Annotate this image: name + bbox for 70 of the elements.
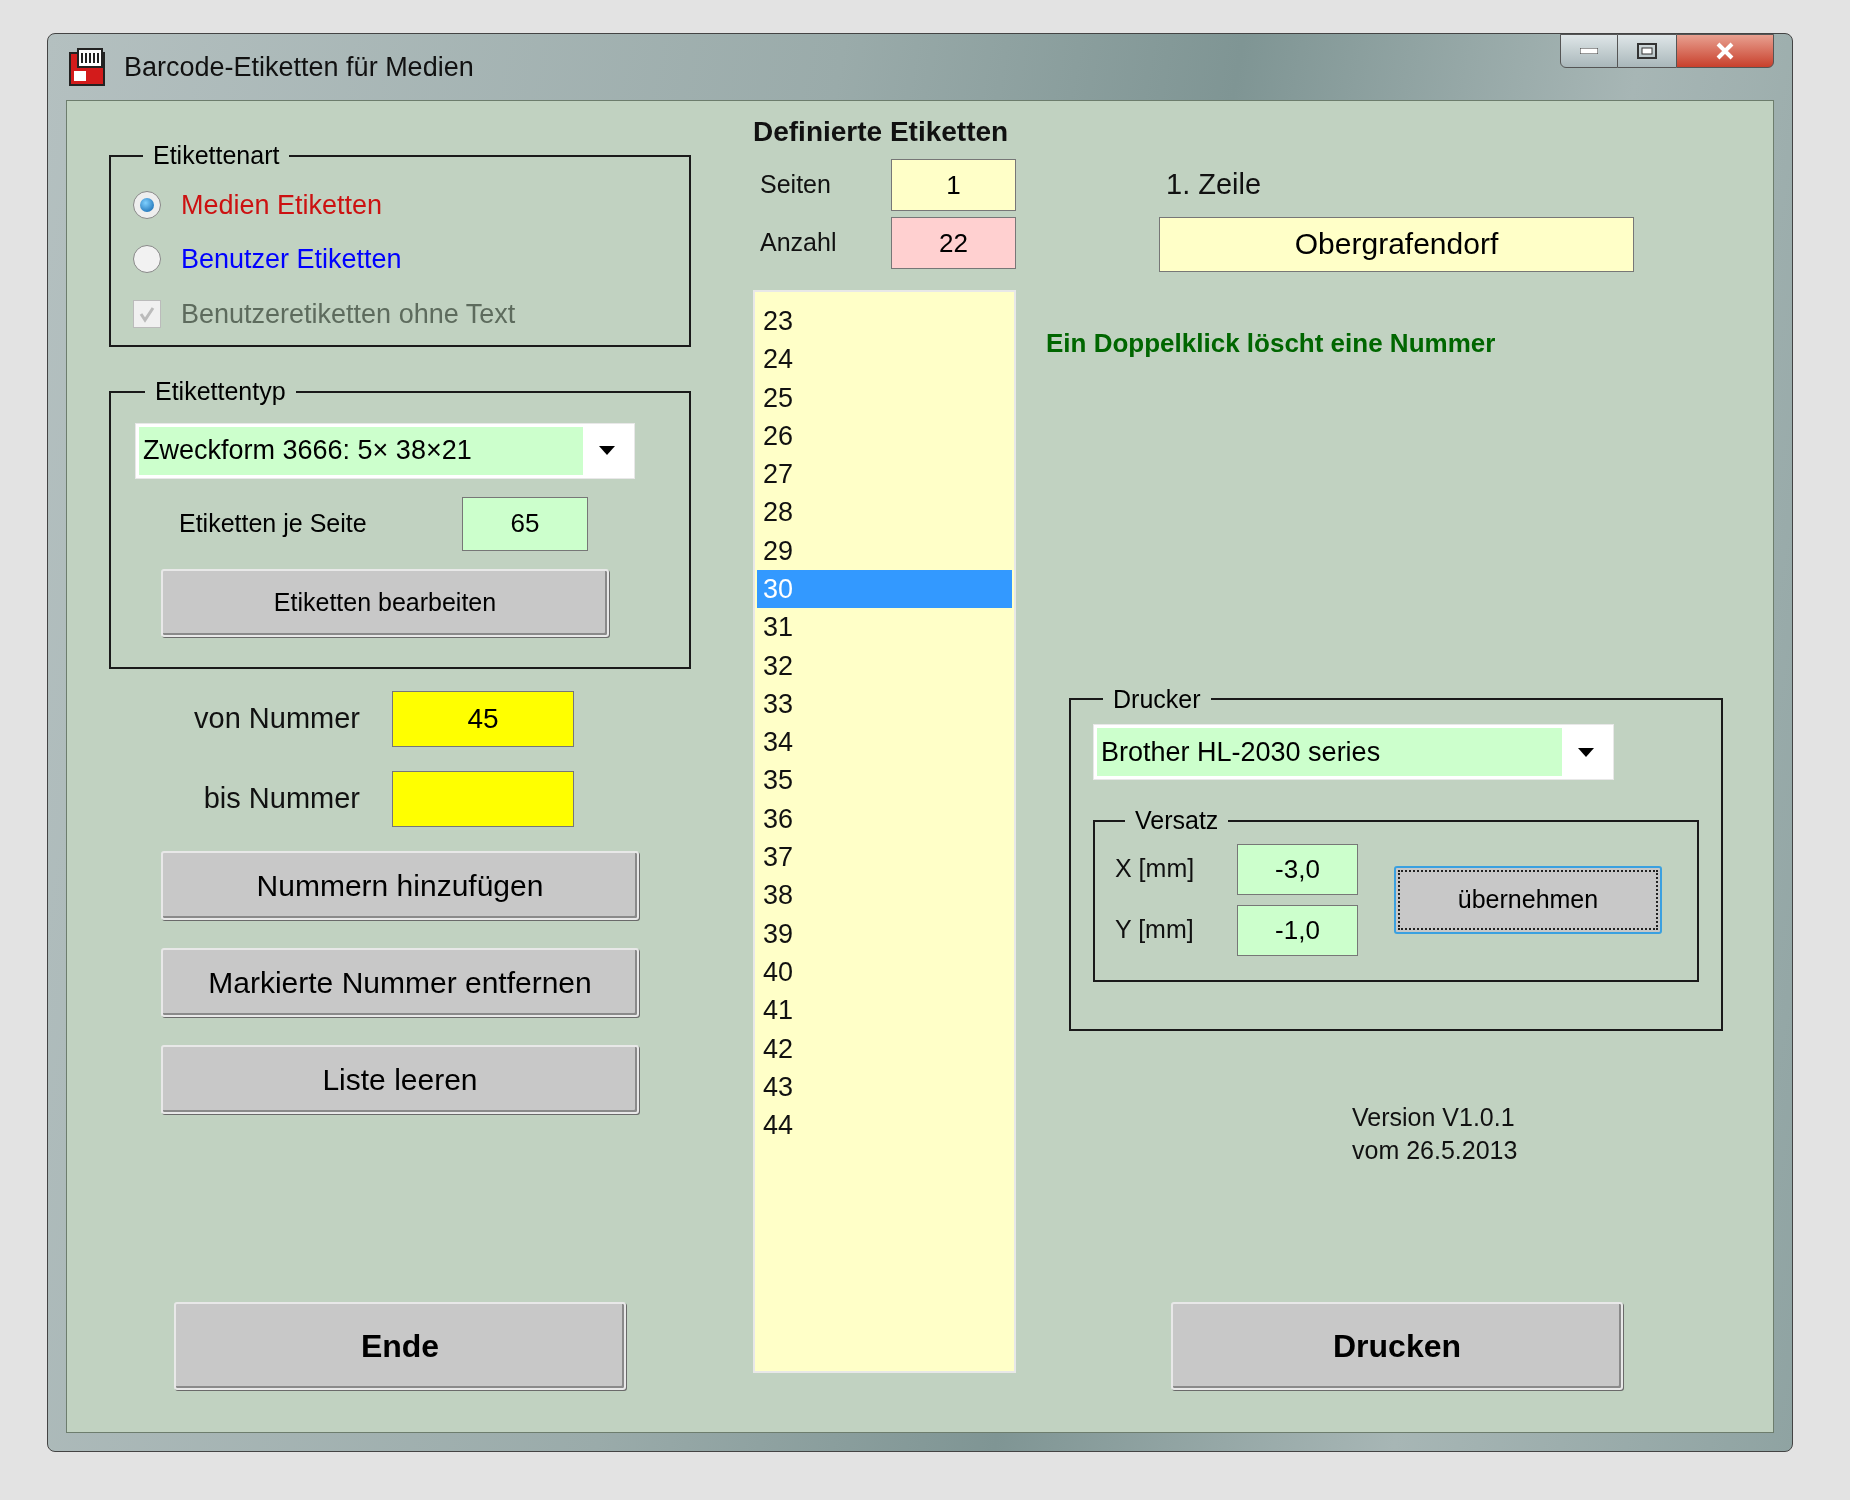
- apply-button[interactable]: übernehmen: [1394, 865, 1662, 934]
- list-item[interactable]: 25: [757, 378, 1012, 417]
- app-icon: [68, 47, 108, 87]
- window-title: Barcode-Etiketten für Medien: [124, 50, 474, 84]
- list-item[interactable]: 40: [757, 953, 1012, 992]
- list-item[interactable]: 41: [757, 991, 1012, 1030]
- from-number-field[interactable]: 45: [392, 691, 574, 747]
- list-item[interactable]: 29: [757, 531, 1012, 571]
- group-title: Etikettenart: [153, 141, 280, 169]
- version-text: vom 26.5.2013: [1352, 1134, 1518, 1166]
- list-item[interactable]: 34: [757, 723, 1012, 762]
- minimize-icon: [1580, 48, 1598, 54]
- y-offset-field[interactable]: -1,0: [1237, 904, 1358, 956]
- list-item[interactable]: 28: [757, 493, 1012, 532]
- x-offset-field[interactable]: -3,0: [1237, 843, 1358, 895]
- label-type-select[interactable]: Zweckform 3666: 5× 38×21: [135, 422, 635, 479]
- print-button[interactable]: Drucken: [1171, 1301, 1623, 1390]
- from-number-label: von Nummer: [193, 701, 361, 737]
- action-button[interactable]: Nummern hinzufügen: [161, 851, 639, 920]
- printer-select[interactable]: Brother HL-2030 series: [1093, 724, 1614, 780]
- to-number-label: bis Nummer: [202, 781, 361, 817]
- x-offset-label: X [mm]: [1115, 853, 1196, 885]
- list-item[interactable]: 44: [757, 1106, 1012, 1145]
- pages-field[interactable]: 1: [891, 159, 1016, 211]
- list-item[interactable]: 32: [757, 646, 1012, 685]
- exit-button[interactable]: Ende: [174, 1302, 626, 1390]
- list-item[interactable]: 33: [757, 684, 1012, 724]
- line-field[interactable]: Obergrafendorf: [1159, 216, 1634, 272]
- list-title: Definierte Etiketten: [753, 115, 1009, 149]
- action-button[interactable]: Markierte Nummer entfernen: [161, 948, 639, 1017]
- list-item[interactable]: 26: [757, 416, 1012, 456]
- count-label: Anzahl: [760, 227, 838, 259]
- list-item[interactable]: 23: [757, 302, 1012, 341]
- radio-label: Medien Etiketten: [181, 188, 383, 222]
- list-item[interactable]: 36: [757, 799, 1012, 839]
- list-item[interactable]: 24: [757, 340, 1012, 379]
- per-page-field[interactable]: 65: [462, 496, 588, 551]
- line-label: 1. Zeile: [1166, 167, 1262, 202]
- list-item[interactable]: 42: [757, 1029, 1012, 1068]
- pages-label: Seiten: [760, 169, 832, 201]
- radio-button[interactable]: [133, 190, 161, 219]
- checkbox-label: Benutzeretiketten ohne Text: [181, 297, 516, 331]
- version-text: Version V1.0.1: [1352, 1101, 1516, 1133]
- list-item[interactable]: 27: [757, 455, 1012, 494]
- maximize-icon: [1637, 43, 1657, 59]
- minimize-button[interactable]: [1560, 34, 1618, 68]
- per-page-label: Etiketten je Seite: [179, 507, 368, 539]
- radio-button[interactable]: [133, 245, 161, 274]
- count-field[interactable]: 22: [891, 217, 1016, 269]
- radio-label: Benutzer Etiketten: [181, 243, 402, 276]
- caret-icon: [1578, 747, 1594, 757]
- close-icon: [1715, 42, 1735, 60]
- group-title: Drucker: [1113, 684, 1201, 713]
- number-list[interactable]: 23 24 25 26 27 28 29 30 31 32 33 34 35 36 37 38 39 40 41 42 43 44: [753, 290, 1016, 1373]
- maximize-button[interactable]: [1618, 34, 1676, 68]
- action-button[interactable]: Liste leeren: [161, 1045, 639, 1114]
- group-title: Etikettentyp: [155, 377, 286, 405]
- close-button[interactable]: [1676, 34, 1774, 68]
- list-item[interactable]: 38: [757, 876, 1012, 915]
- group-title: Versatz: [1135, 806, 1219, 834]
- list-item[interactable]: 37: [757, 838, 1012, 877]
- list-item[interactable]: 31: [757, 608, 1012, 647]
- edit-labels-button[interactable]: Etiketten bearbeiten: [161, 568, 609, 637]
- list-item[interactable]: 39: [757, 914, 1012, 954]
- y-offset-label: Y [mm]: [1115, 914, 1195, 946]
- to-number-field[interactable]: [392, 771, 574, 827]
- list-item[interactable]: 43: [757, 1067, 1012, 1107]
- caret-icon: [599, 446, 615, 455]
- list-item[interactable]: 35: [757, 761, 1012, 800]
- hint-text: Ein Doppelklick löscht eine Nummer: [1046, 326, 1496, 360]
